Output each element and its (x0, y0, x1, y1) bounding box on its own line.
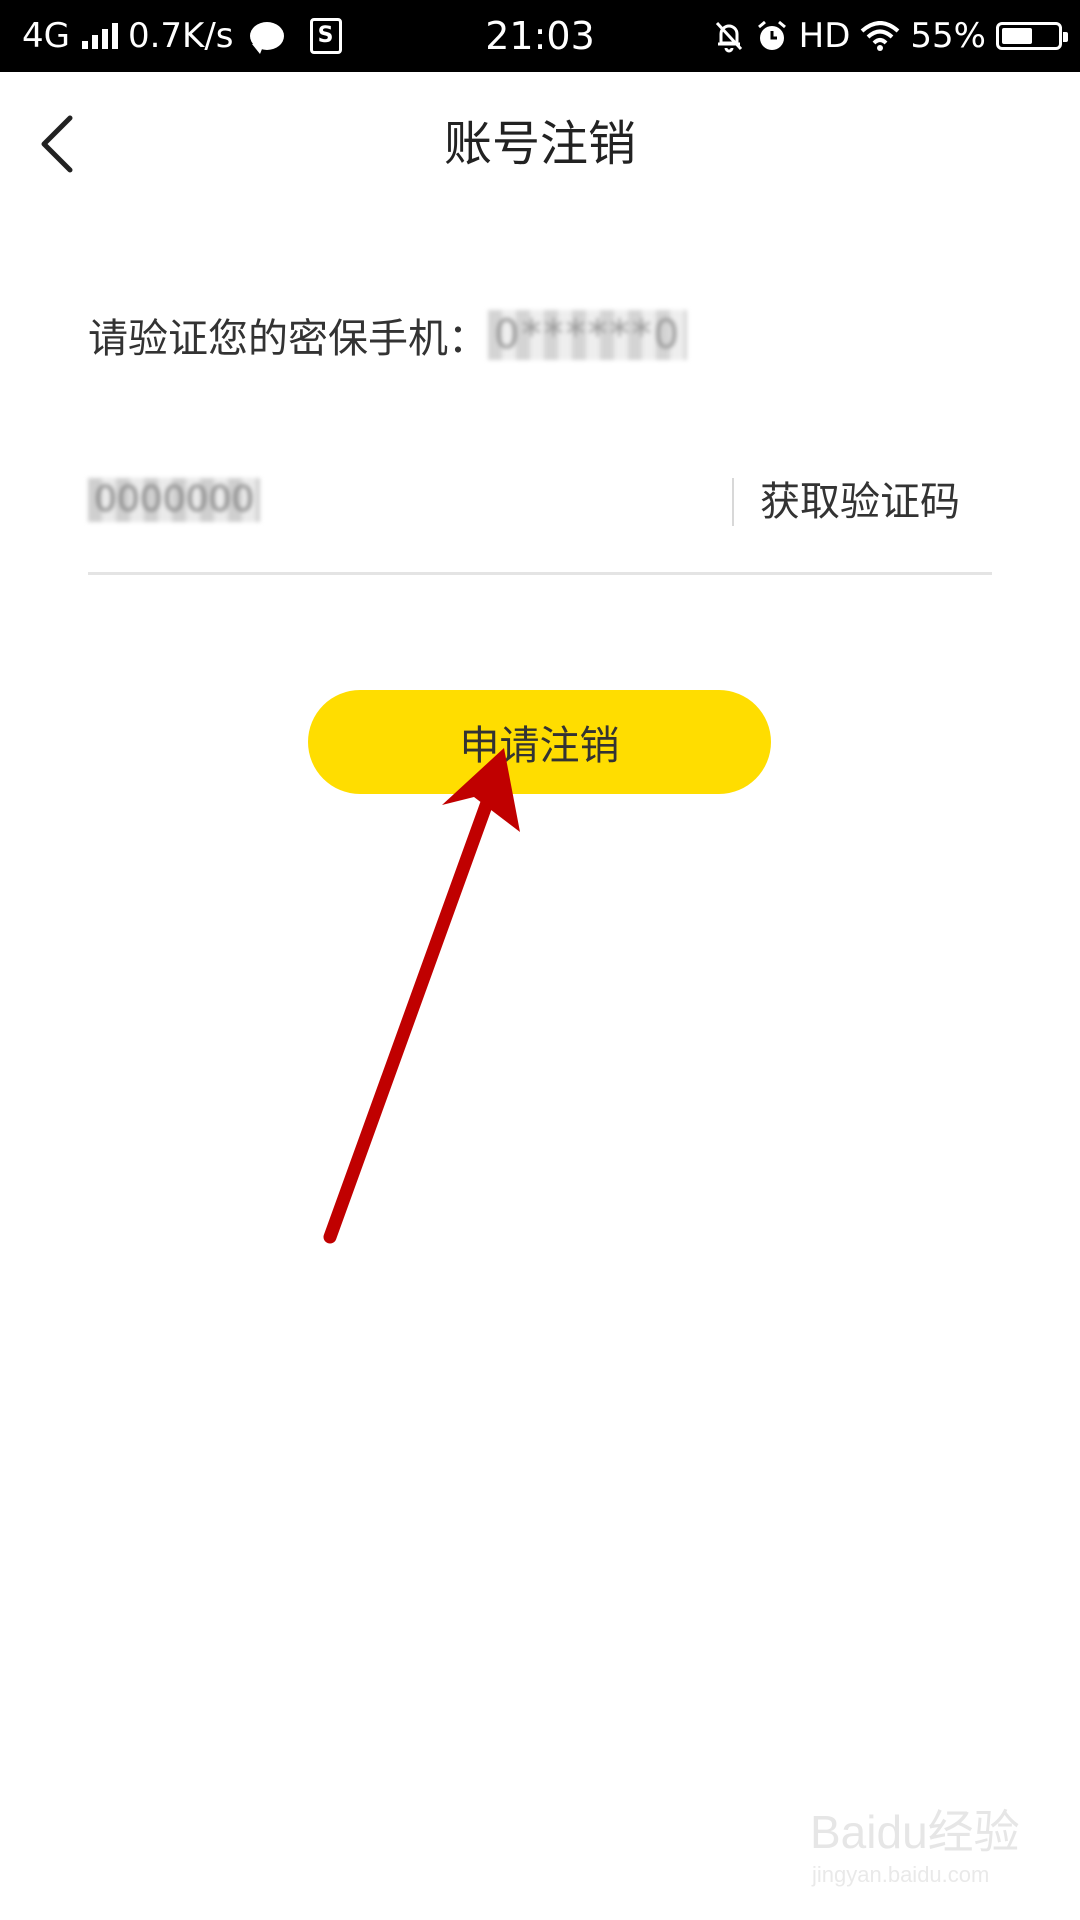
signal-icon (81, 23, 118, 49)
battery-icon (996, 22, 1068, 50)
get-code-button[interactable]: 获取验证码 (760, 470, 960, 534)
status-bar: 4G 0.7K/s S 21:03 HD 55% (0, 0, 1080, 72)
network-speed: 0.7K/s (127, 16, 234, 56)
input-underline (88, 572, 992, 575)
back-button[interactable] (30, 108, 90, 180)
baidu-watermark-logo: Baidu经验 jingyan.baidu.com (810, 1806, 1020, 1887)
network-type: 4G (22, 16, 70, 56)
annotation-arrow (323, 748, 520, 1244)
mute-bell-icon (715, 21, 742, 53)
battery-percent: 55% (910, 16, 986, 56)
alarm-icon (757, 20, 786, 50)
chevron-left-icon (41, 115, 73, 173)
wifi-icon (861, 21, 900, 51)
apply-cancellation-button[interactable]: 申请注销 (308, 690, 771, 794)
phone-verify-row: 请验证您的密保手机： 0******0 (88, 300, 687, 370)
status-left: 4G 0.7K/s S (22, 0, 342, 72)
masked-phone-number: 0******0 (488, 310, 687, 360)
page-title: 账号注销 (443, 116, 636, 172)
input-divider (732, 478, 734, 526)
svg-text:Baidu经验: Baidu经验 (810, 1806, 1020, 1858)
battery-level (1002, 28, 1032, 44)
app-notification-icon: S (309, 18, 342, 54)
hd-indicator: HD (798, 16, 851, 56)
masked-code-value: 0000000 (88, 478, 261, 522)
svg-text:jingyan.baidu.com: jingyan.baidu.com (811, 1862, 989, 1887)
phone-label: 请验证您的密保手机： (88, 316, 488, 362)
message-icon (249, 22, 284, 54)
status-right: HD 55% (713, 0, 1068, 72)
